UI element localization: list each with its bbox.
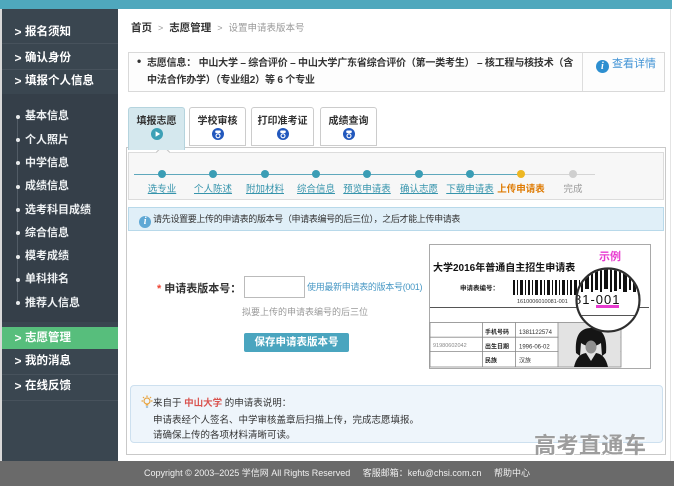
svg-text:汉族: 汉族 [519, 357, 531, 365]
svg-text:申请表编号：: 申请表编号： [460, 283, 499, 292]
svg-text:出生日期: 出生日期 [485, 343, 509, 351]
svg-text:91980602042: 91980602042 [433, 343, 467, 349]
svg-text:1996-06-02: 1996-06-02 [519, 345, 550, 351]
svg-text:81-001: 81-001 [574, 292, 620, 307]
svg-text:手机号码: 手机号码 [485, 328, 509, 336]
svg-text:1610006010081-001: 1610006010081-001 [517, 299, 568, 305]
svg-text:1381122574: 1381122574 [519, 330, 553, 336]
svg-text:民族: 民族 [485, 357, 497, 365]
svg-text:大学2016年普通自主招生申请表: 大学2016年普通自主招生申请表 [433, 261, 575, 274]
svg-text:示例: 示例 [599, 249, 621, 263]
